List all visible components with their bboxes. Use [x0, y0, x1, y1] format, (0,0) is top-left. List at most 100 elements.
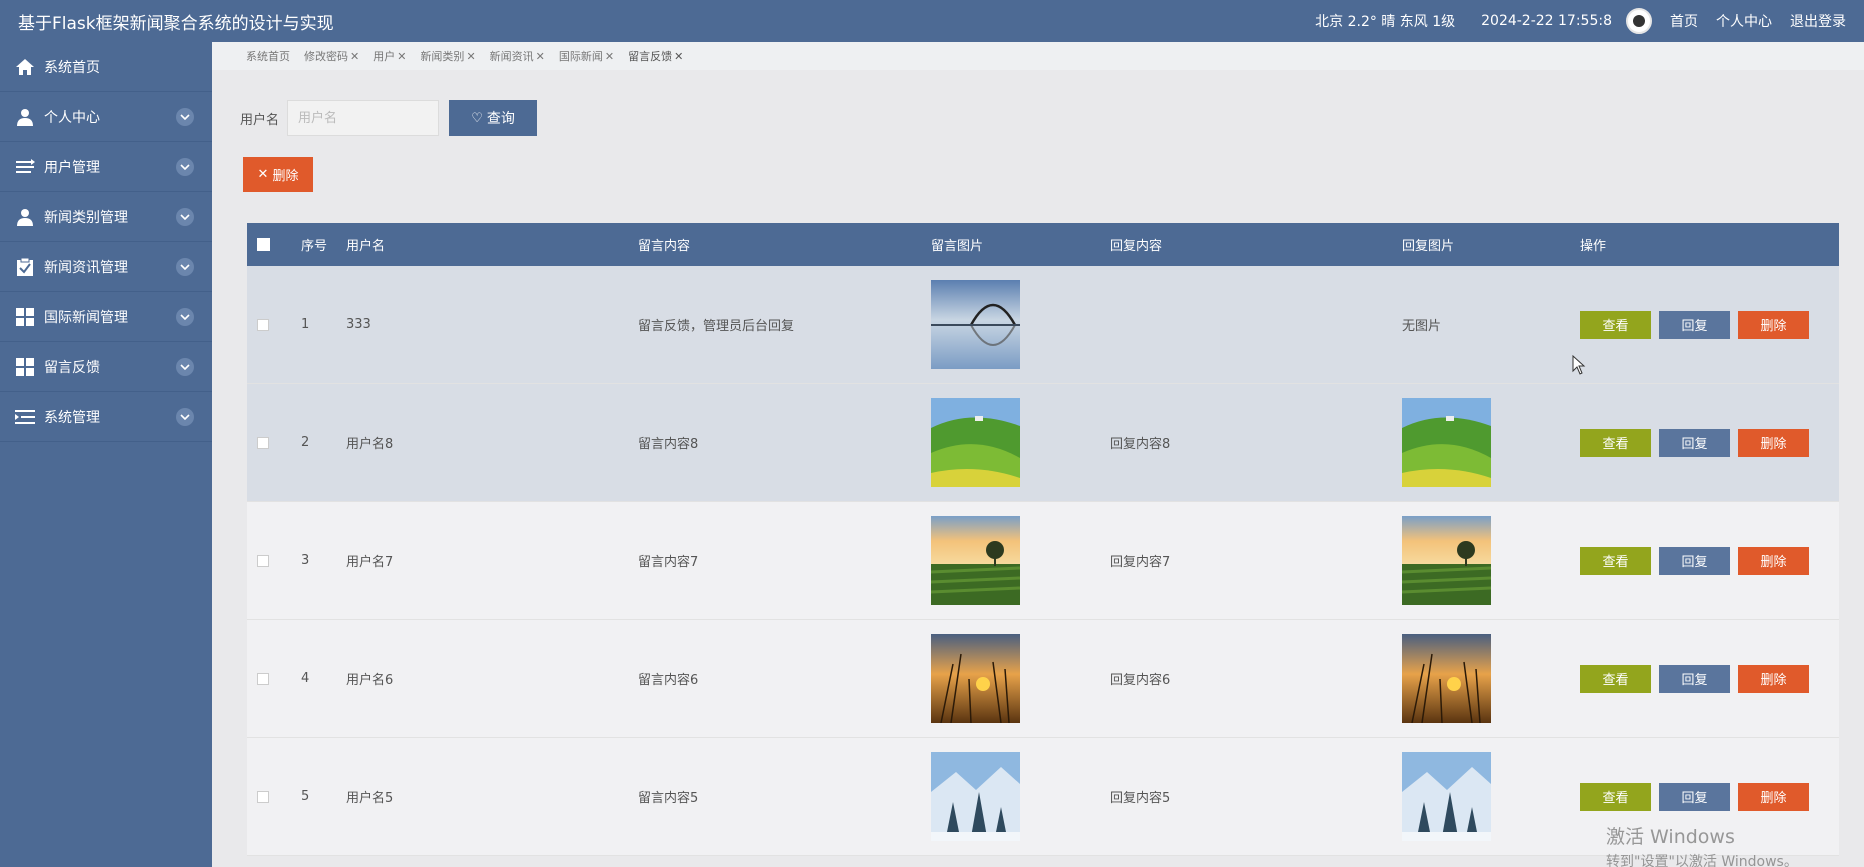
sidebar-item-news-category[interactable]: 新闻类别管理 [0, 192, 212, 242]
select-all-checkbox[interactable] [257, 238, 270, 251]
close-icon[interactable]: ✕ [674, 50, 683, 63]
row-checkbox[interactable] [257, 672, 269, 685]
view-button[interactable]: 查看 [1580, 664, 1651, 693]
reply-image[interactable] [1402, 516, 1491, 605]
watermark-line1: 激活 Windows [1606, 826, 1735, 848]
avatar[interactable] [1626, 8, 1652, 34]
row-content: 留言内容6 [638, 673, 699, 688]
row-image-cell [931, 502, 1020, 619]
reply-button[interactable]: 回复 [1659, 310, 1730, 339]
delete-button[interactable]: 删除 [1738, 546, 1809, 575]
sidebar-item-label: 留言反馈 [44, 359, 100, 376]
feedback-image[interactable] [931, 280, 1020, 369]
view-button[interactable]: 查看 [1580, 782, 1651, 811]
delete-button[interactable]: 删除 [1738, 782, 1809, 811]
search-label: 用户名 [240, 112, 280, 128]
select-all-cell [257, 223, 277, 266]
chevron-down-icon [176, 107, 194, 126]
delete-button[interactable]: 删除 [1738, 428, 1809, 457]
mouse-cursor-icon [1572, 354, 1586, 379]
row-content: 留言内容8 [638, 437, 699, 452]
tab-intl-news[interactable]: 国际新闻 ✕ [559, 48, 614, 64]
home-link[interactable]: 首页 [1670, 11, 1698, 31]
reply-image[interactable] [1402, 634, 1491, 723]
tab-news-category[interactable]: 新闻类别 ✕ [420, 48, 475, 64]
row-checkbox[interactable] [257, 554, 269, 567]
view-button[interactable]: 查看 [1580, 428, 1651, 457]
row-reply: 回复内容8 [1110, 437, 1171, 452]
grid-icon [14, 306, 36, 328]
reply-button[interactable]: 回复 [1659, 664, 1730, 693]
close-icon[interactable]: ✕ [536, 50, 545, 63]
sidebar-item-intl-news[interactable]: 国际新闻管理 [0, 292, 212, 342]
view-button[interactable]: 查看 [1580, 310, 1651, 339]
tab-change-password[interactable]: 修改密码 ✕ [304, 48, 359, 64]
close-icon[interactable]: ✕ [605, 50, 614, 63]
row-actions: 查看 回复 删除 [1580, 620, 1817, 737]
row-image-cell [931, 738, 1020, 855]
tab-label: 修改密码 [304, 50, 348, 63]
row-no: 3 [301, 553, 310, 568]
feedback-image[interactable] [931, 398, 1020, 487]
feedback-image[interactable] [931, 634, 1020, 723]
tab-bar: 系统首页 修改密码 ✕ 用户 ✕ 新闻类别 ✕ 新闻资讯 ✕ 国际新闻 ✕ 留言反馈 ✕ [212, 42, 1864, 70]
chevron-down-icon [176, 207, 194, 226]
row-no: 1 [301, 317, 310, 332]
view-button[interactable]: 查看 [1580, 546, 1651, 575]
table-row: 2 用户名8 留言内容8 回复内容8 查看 回复 删除 [247, 384, 1839, 502]
col-header-user: 用户名 [346, 239, 386, 254]
chevron-down-icon [176, 157, 194, 176]
row-no: 4 [301, 671, 310, 686]
row-actions: 查看 回复 删除 [1580, 266, 1817, 383]
search-button[interactable]: ♡ 查询 [449, 100, 538, 136]
delete-button[interactable]: 删除 [1738, 664, 1809, 693]
sidebar-item-home[interactable]: 系统首页 [0, 42, 212, 92]
row-actions: 查看 回复 删除 [1580, 502, 1817, 619]
reply-image[interactable] [1402, 398, 1491, 487]
close-icon[interactable]: ✕ [466, 50, 475, 63]
reply-button[interactable]: 回复 [1659, 428, 1730, 457]
sidebar-item-news[interactable]: 新闻资讯管理 [0, 242, 212, 292]
profile-link[interactable]: 个人中心 [1716, 11, 1772, 31]
tab-users[interactable]: 用户 ✕ [373, 48, 406, 64]
tab-news[interactable]: 新闻资讯 ✕ [490, 48, 545, 64]
reply-button[interactable]: 回复 [1659, 782, 1730, 811]
tab-feedback[interactable]: 留言反馈 ✕ [628, 48, 683, 64]
close-icon[interactable]: ✕ [397, 50, 406, 63]
sidebar-item-label: 用户管理 [44, 159, 100, 176]
table-body: 1 333 留言反馈，管理员后台回复 无图片 查看 回复 删除 2 用户名8 留言内容8 回复内容8… [247, 266, 1839, 856]
sidebar-item-label: 新闻资讯管理 [44, 259, 128, 276]
col-header-reply: 回复内容 [1110, 239, 1163, 254]
feedback-image[interactable] [931, 752, 1020, 841]
top-bar: 基于Flask框架新闻聚合系统的设计与实现 北京 2.2° 晴 东风 1级 20… [0, 0, 1864, 42]
sidebar-item-profile[interactable]: 个人中心 [0, 92, 212, 142]
row-checkbox[interactable] [257, 790, 269, 803]
feedback-image[interactable] [931, 516, 1020, 605]
row-reply: 回复内容7 [1110, 555, 1171, 570]
row-checkbox-cell [257, 502, 277, 619]
tab-home[interactable]: 系统首页 [246, 48, 290, 64]
row-reply-image-cell: 无图片 [1402, 266, 1441, 383]
batch-delete-button[interactable]: ✕ 删除 [243, 157, 313, 192]
row-checkbox[interactable] [257, 436, 269, 449]
delete-button[interactable]: 删除 [1738, 310, 1809, 339]
sidebar-item-users[interactable]: 用户管理 [0, 142, 212, 192]
batch-delete-label: 删除 [272, 169, 299, 184]
sidebar-item-system[interactable]: 系统管理 [0, 392, 212, 442]
row-checkbox-cell [257, 738, 277, 855]
avatar-figure-icon [1633, 15, 1645, 27]
row-no: 2 [301, 435, 310, 450]
no-image-text: 无图片 [1402, 319, 1442, 334]
sidebar-item-feedback[interactable]: 留言反馈 [0, 342, 212, 392]
user-icon [14, 206, 36, 228]
sidebar: 系统首页 个人中心 用户管理 新闻类别管理 新闻资讯管理 国际新闻管理 留言反馈… [0, 42, 212, 867]
row-username: 333 [346, 317, 371, 332]
reply-image[interactable] [1402, 752, 1491, 841]
row-checkbox[interactable] [257, 318, 269, 331]
close-icon[interactable]: ✕ [350, 50, 359, 63]
search-button-label: 查询 [486, 111, 515, 127]
reply-button[interactable]: 回复 [1659, 546, 1730, 575]
logout-link[interactable]: 退出登录 [1790, 11, 1846, 31]
sidebar-item-label: 个人中心 [44, 109, 100, 126]
username-search-input[interactable] [287, 100, 440, 136]
